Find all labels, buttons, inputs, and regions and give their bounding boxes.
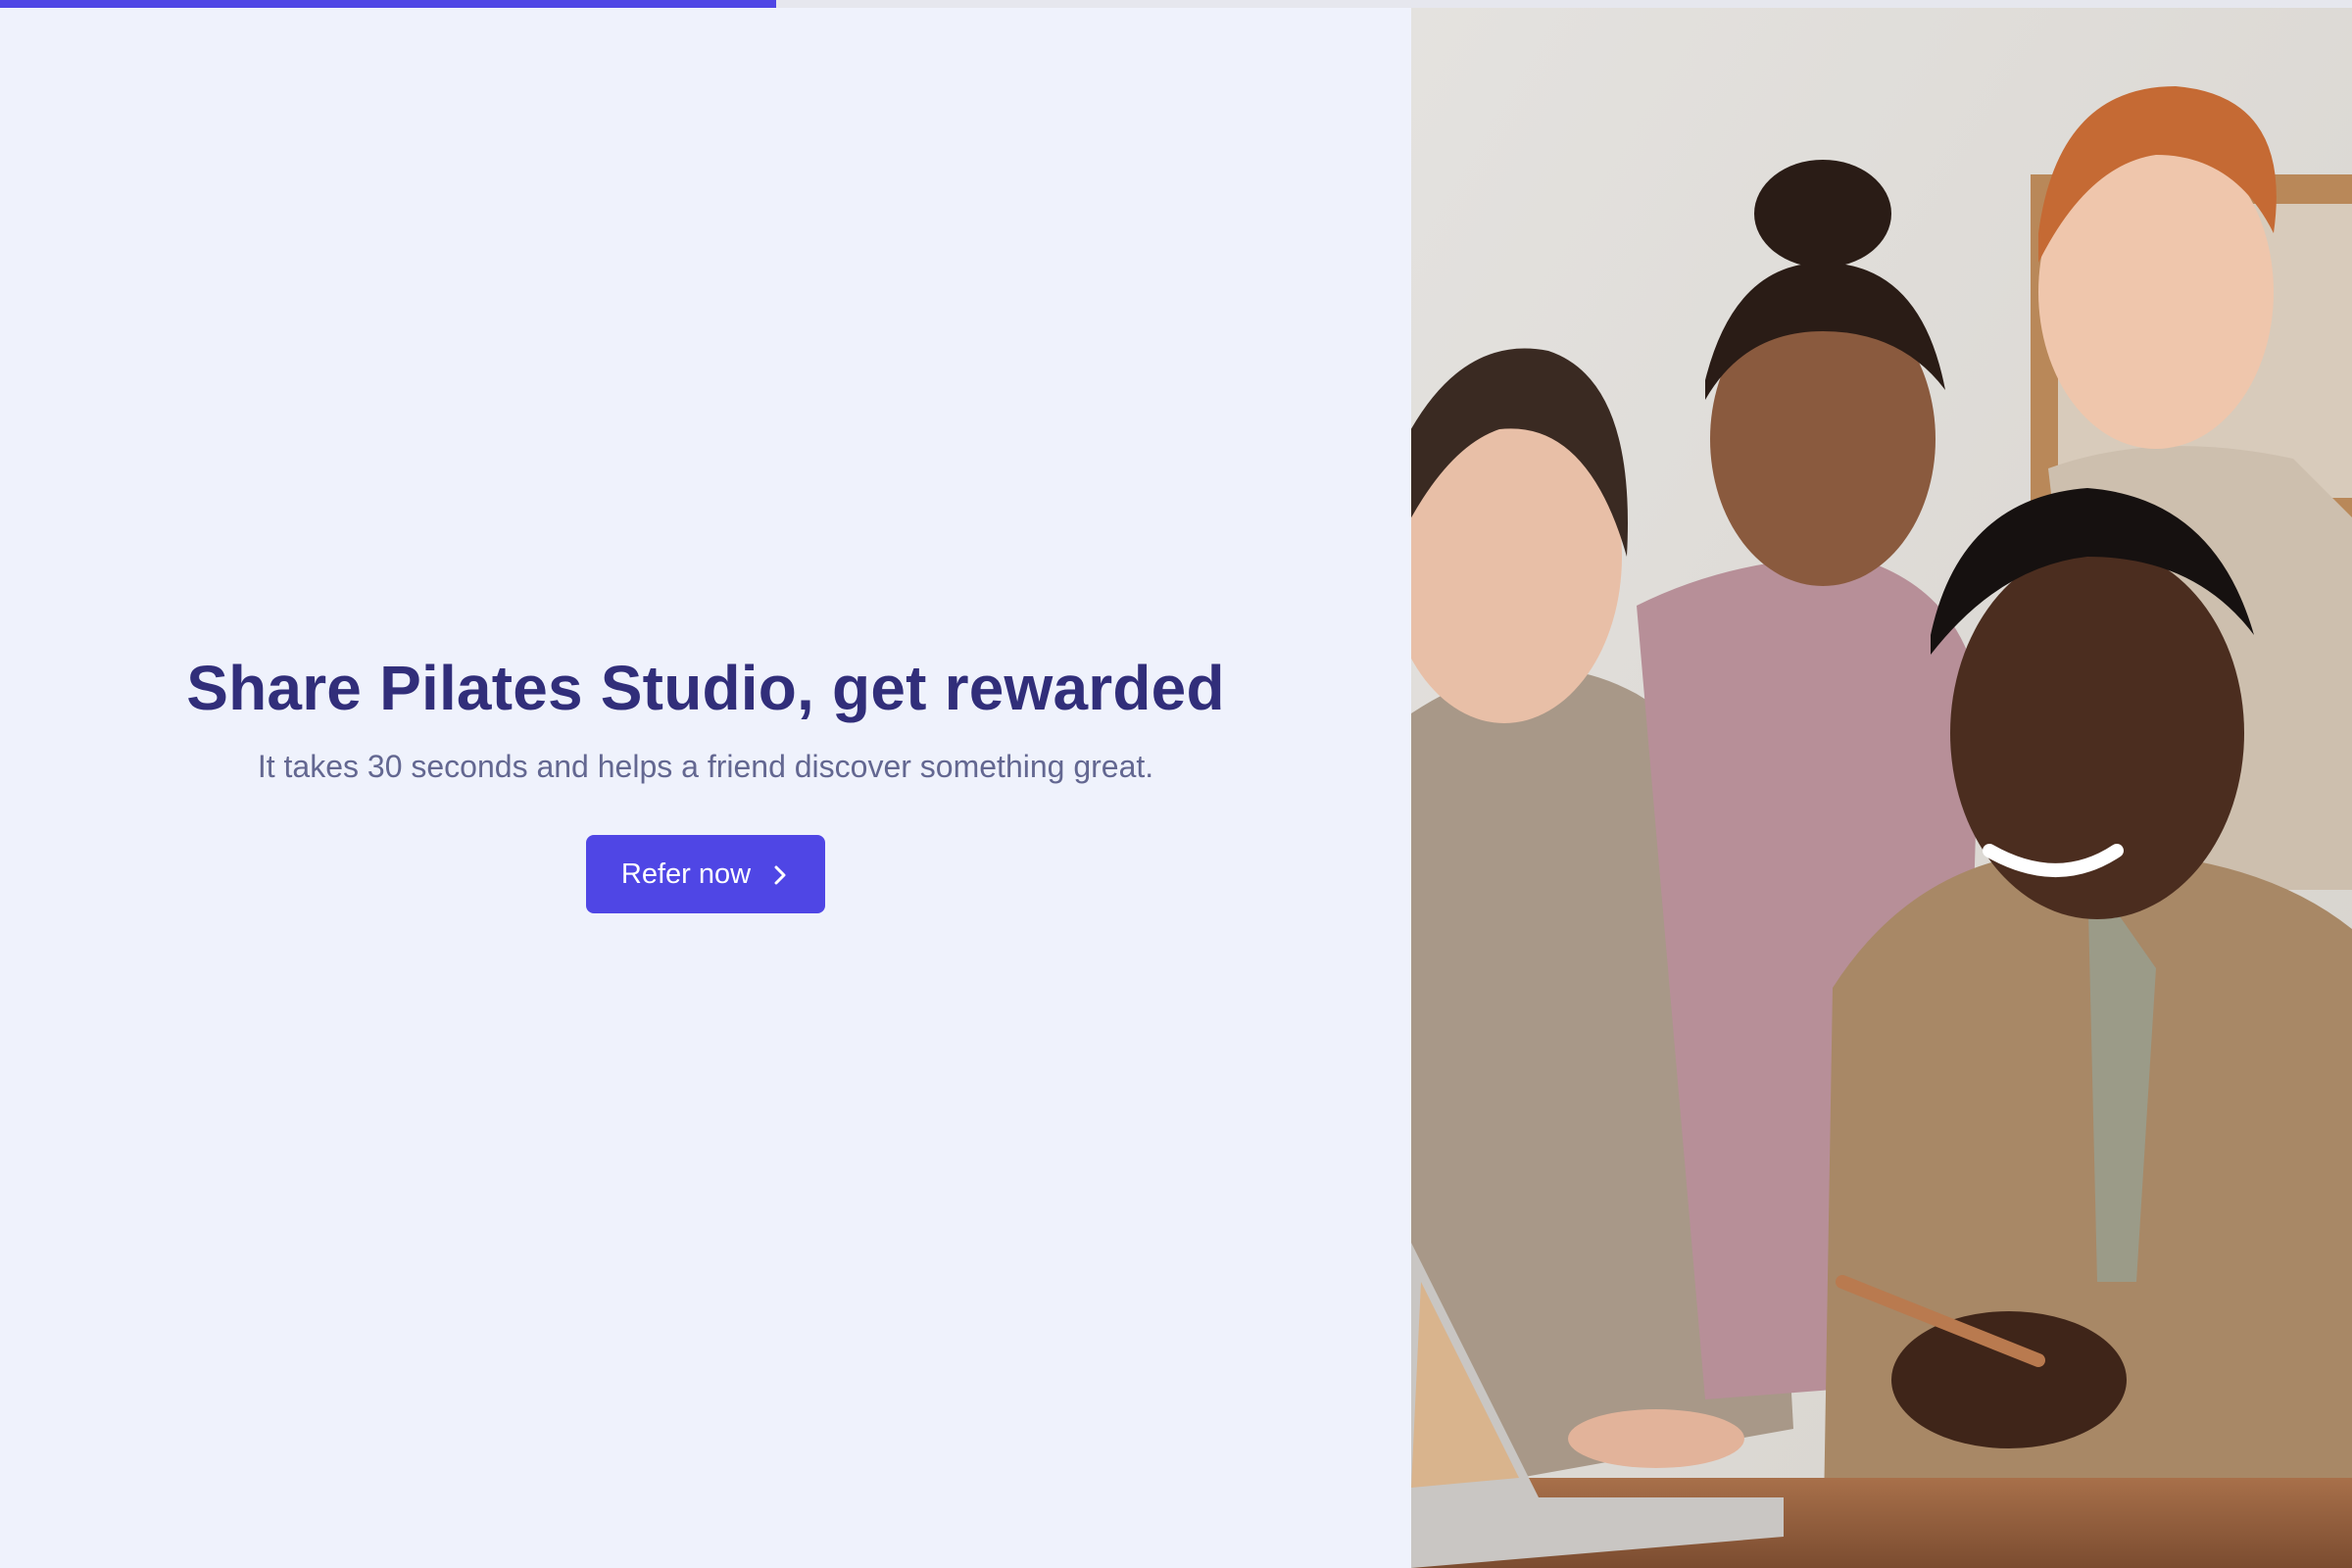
hero-subtitle: It takes 30 seconds and helps a friend d… <box>257 749 1154 784</box>
hero-panel: Share Pilates Studio, get rewarded It ta… <box>0 8 1411 1568</box>
progress-bar-fill <box>0 0 776 8</box>
hero-title: Share Pilates Studio, get rewarded <box>186 653 1225 723</box>
refer-now-label: Refer now <box>620 858 752 890</box>
progress-bar <box>0 0 2352 8</box>
chevron-right-icon <box>770 862 790 886</box>
hero-photo <box>1411 8 2352 1568</box>
hero-content: Share Pilates Studio, get rewarded It ta… <box>0 651 1411 913</box>
refer-now-button[interactable]: Refer now <box>586 835 825 913</box>
